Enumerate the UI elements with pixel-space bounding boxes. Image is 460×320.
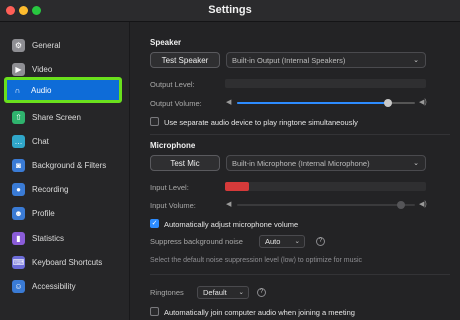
- info-icon[interactable]: ?: [316, 237, 325, 246]
- volume-low-icon: ◀: [226, 99, 232, 106]
- window-title: Settings: [208, 4, 252, 16]
- settings-sidebar: ⚙ General ▶ Video ∩ Audio ⇧ Share Screen…: [0, 22, 130, 320]
- microphone-section-title: Microphone: [150, 141, 196, 150]
- sidebar-item-label: Background & Filters: [32, 160, 107, 170]
- sidebar-item-background-filters[interactable]: ◙ Background & Filters: [8, 154, 122, 176]
- speaker-device-select[interactable]: Built-in Output (Internal Speakers) ⌄: [226, 52, 426, 68]
- microphone-device-value: Built-in Microphone (Internal Microphone…: [232, 158, 370, 168]
- ringtones-label: Ringtones: [150, 288, 184, 297]
- sidebar-item-keyboard-shortcuts[interactable]: ⌨ Keyboard Shortcuts: [8, 251, 122, 273]
- volume-high-icon: ◀): [419, 99, 427, 106]
- output-volume-knob[interactable]: [384, 99, 393, 107]
- person-icon: ◙: [12, 158, 25, 172]
- mic-volume-high-icon: ◀): [419, 201, 427, 208]
- input-volume-slider[interactable]: [237, 201, 415, 209]
- section-divider: [150, 274, 450, 275]
- output-volume-fill: [237, 102, 389, 104]
- input-level-label: Input Level:: [150, 183, 189, 192]
- auto-join-audio-checkbox[interactable]: [150, 307, 159, 316]
- input-level-meter: [225, 182, 426, 191]
- sidebar-item-audio[interactable]: ∩ Audio: [4, 77, 122, 103]
- test-mic-button[interactable]: Test Mic: [150, 155, 220, 171]
- chevron-down-icon: ⌄: [238, 289, 244, 296]
- settings-window: Settings ⚙ General ▶ Video ∩ Audio ⇧ Sha…: [0, 0, 460, 320]
- sidebar-item-general[interactable]: ⚙ General: [8, 34, 122, 56]
- test-speaker-button[interactable]: Test Speaker: [150, 52, 220, 68]
- sidebar-item-profile[interactable]: ☻ Profile: [8, 202, 122, 224]
- ringtones-value: Default: [203, 288, 227, 297]
- output-level-meter: [225, 79, 426, 88]
- ringtones-select[interactable]: Default ⌄: [197, 286, 249, 299]
- suppress-noise-label: Suppress background noise: [150, 237, 243, 246]
- chevron-down-icon: ⌄: [294, 238, 300, 245]
- sidebar-item-label: Profile: [32, 208, 55, 218]
- sidebar-item-label: Video: [32, 64, 53, 74]
- microphone-device-select[interactable]: Built-in Microphone (Internal Microphone…: [226, 155, 426, 171]
- speaker-device-value: Built-in Output (Internal Speakers): [232, 55, 346, 65]
- speaker-section-title: Speaker: [150, 38, 182, 47]
- suppress-noise-select[interactable]: Auto ⌄: [259, 235, 305, 248]
- auto-adjust-mic-volume-label: Automatically adjust microphone volume: [164, 220, 299, 229]
- chevron-down-icon: ⌄: [413, 57, 419, 64]
- sidebar-item-chat[interactable]: … Chat: [8, 130, 122, 152]
- auto-adjust-mic-volume-checkbox[interactable]: ✓: [150, 219, 159, 228]
- input-volume-knob[interactable]: [397, 201, 405, 209]
- separate-ringtone-device-label: Use separate audio device to play ringto…: [164, 118, 358, 127]
- sidebar-item-statistics[interactable]: ▮ Statistics: [8, 227, 122, 249]
- section-divider: [150, 134, 450, 135]
- output-volume-slider[interactable]: [237, 99, 415, 107]
- separate-ringtone-device-checkbox[interactable]: [150, 117, 159, 126]
- sidebar-item-label: Recording: [32, 184, 69, 194]
- sidebar-item-recording[interactable]: ● Recording: [8, 178, 122, 200]
- input-volume-label: Input Volume:: [150, 201, 196, 210]
- record-icon: ●: [12, 182, 25, 196]
- output-volume-label: Output Volume:: [150, 99, 202, 108]
- sidebar-item-label: Keyboard Shortcuts: [32, 257, 103, 267]
- chat-bubble-icon: …: [12, 134, 25, 148]
- output-level-label: Output Level:: [150, 80, 195, 89]
- sidebar-item-share-screen[interactable]: ⇧ Share Screen: [8, 106, 122, 128]
- gear-icon: ⚙: [12, 38, 25, 52]
- headphones-icon: ∩: [14, 85, 21, 95]
- statistics-icon: ▮: [12, 231, 25, 245]
- sidebar-item-label: General: [32, 40, 61, 50]
- auto-join-audio-label: Automatically join computer audio when j…: [164, 308, 355, 317]
- video-camera-icon: ▶: [12, 62, 25, 76]
- info-icon[interactable]: ?: [257, 288, 266, 297]
- mic-volume-low-icon: ◀: [226, 201, 232, 208]
- accessibility-icon: ☺: [12, 279, 25, 293]
- audio-settings-panel: Speaker Test Speaker Built-in Output (In…: [131, 22, 460, 320]
- keyboard-icon: ⌨: [12, 255, 25, 269]
- share-screen-icon: ⇧: [12, 110, 25, 124]
- title-bar: Settings: [0, 0, 460, 22]
- sidebar-item-label: Share Screen: [32, 112, 81, 122]
- sidebar-item-accessibility[interactable]: ☺ Accessibility: [8, 275, 122, 297]
- input-level-fill: [225, 182, 250, 191]
- noise-suppression-hint: Select the default noise suppression lev…: [150, 257, 363, 264]
- sidebar-item-label: Chat: [32, 136, 49, 146]
- sidebar-item-label: Accessibility: [32, 281, 76, 291]
- profile-icon: ☻: [12, 206, 25, 220]
- suppress-noise-value: Auto: [265, 237, 281, 246]
- chevron-down-icon: ⌄: [413, 160, 419, 167]
- sidebar-item-label: Audio: [31, 85, 52, 95]
- sidebar-item-label: Statistics: [32, 233, 65, 243]
